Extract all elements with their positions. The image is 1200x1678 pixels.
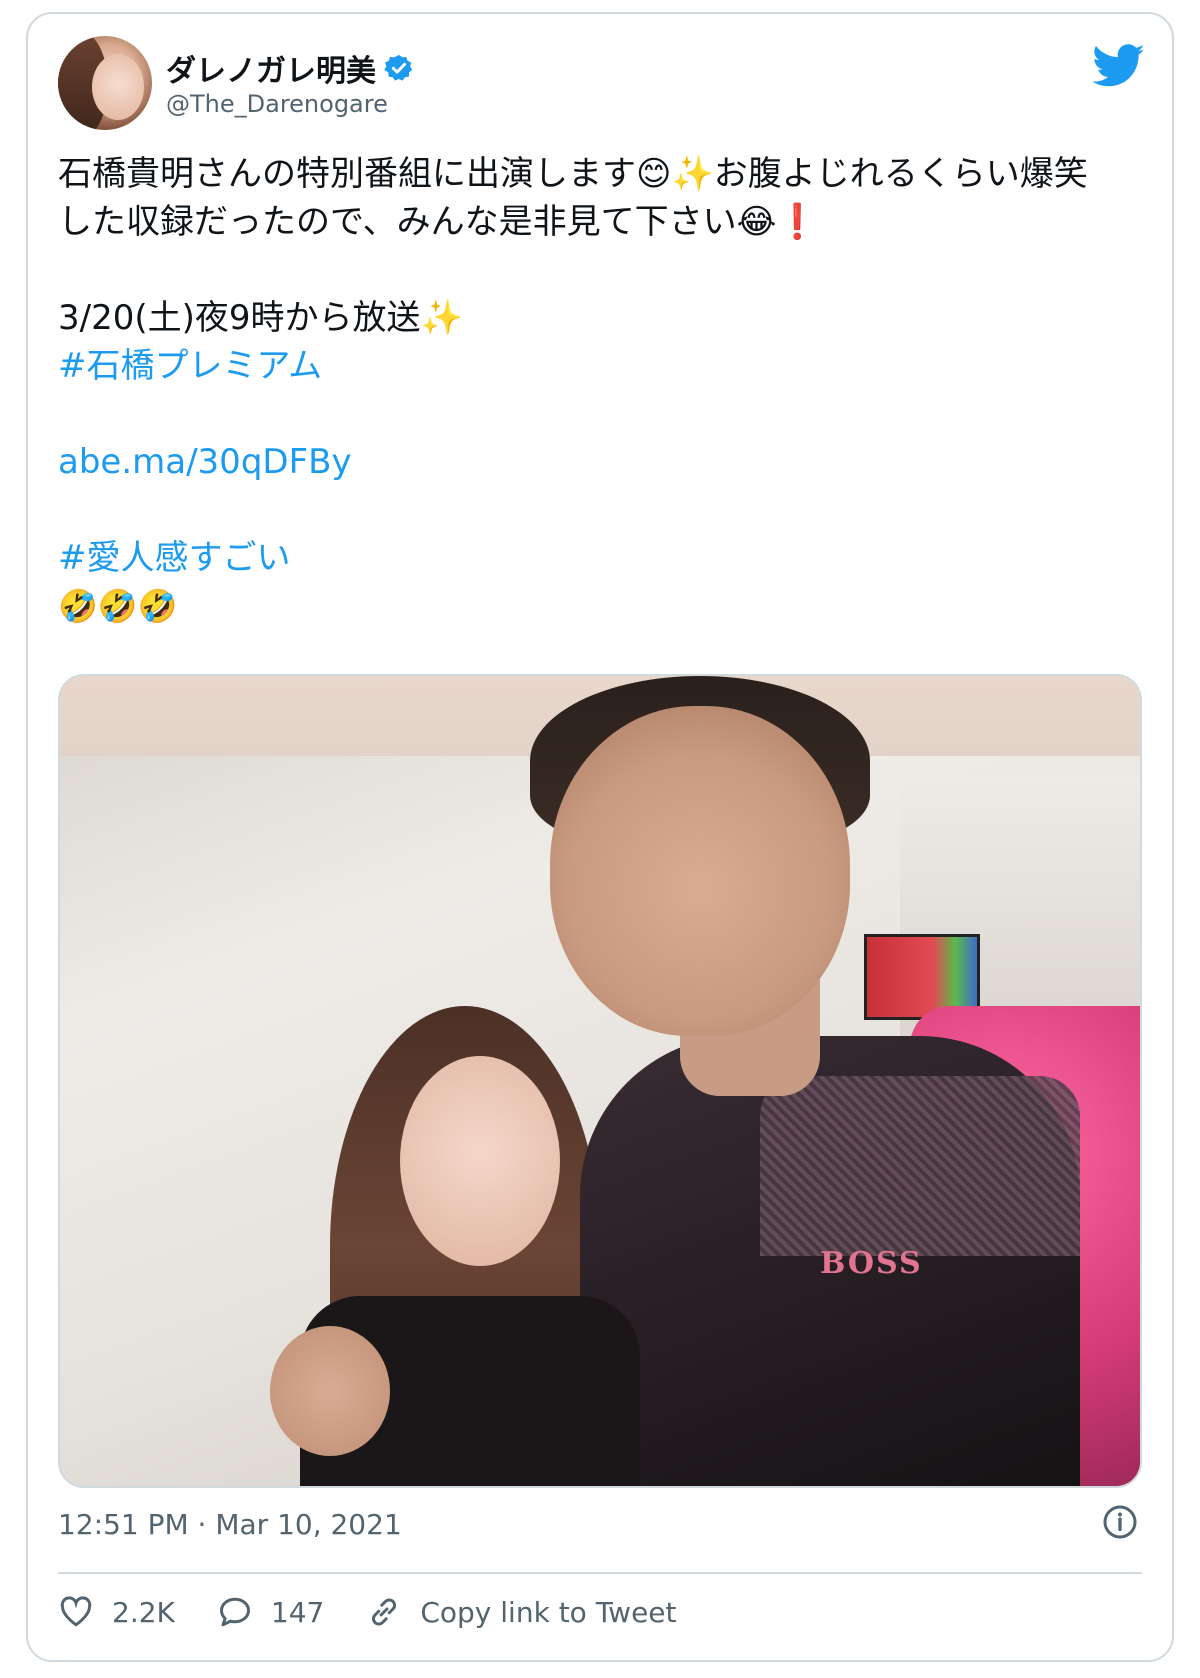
- hashtag-aijinkan[interactable]: #愛人感すごい: [58, 534, 1148, 582]
- emoji-line: 🤣🤣🤣: [58, 587, 178, 625]
- handle[interactable]: @The_Darenogare: [166, 90, 388, 118]
- twitter-bird-icon[interactable]: [1092, 44, 1146, 88]
- reply-icon: [219, 1597, 250, 1627]
- man-face: [550, 706, 850, 1036]
- author-name-row[interactable]: ダレノガレ明美: [166, 46, 414, 90]
- tweet-line-2: した収録だったので、みんな是非見て下さい😂❗: [58, 202, 819, 242]
- woman-face: [400, 1056, 560, 1266]
- display-name[interactable]: ダレノガレ明美: [166, 46, 376, 90]
- divider: [58, 1572, 1142, 1574]
- hashtag-ishibashi-premium[interactable]: #石橋プレミアム: [58, 342, 1148, 390]
- reply-count: 147: [270, 1595, 325, 1629]
- copy-link-label: Copy link to Tweet: [420, 1595, 677, 1629]
- like-button[interactable]: 2.2K: [58, 1594, 175, 1630]
- verified-badge-icon: [384, 54, 413, 81]
- copy-link-button[interactable]: Copy link to Tweet: [366, 1594, 677, 1630]
- abema-link[interactable]: abe.ma/30qDFBy: [58, 438, 1148, 486]
- action-bar: 2.2K 147 Copy link to Tweet: [58, 1594, 719, 1630]
- info-icon[interactable]: [1102, 1504, 1138, 1540]
- avatar[interactable]: [58, 36, 152, 130]
- heart-icon: [60, 1596, 92, 1627]
- timestamp[interactable]: 12:51 PM · Mar 10, 2021: [58, 1508, 402, 1541]
- reply-button[interactable]: 147: [217, 1594, 324, 1630]
- link-icon: [372, 1598, 397, 1626]
- tweet-card: ダレノガレ明美 @The_Darenogare 石橋貴明さんの特別番組に出演しま…: [26, 12, 1174, 1662]
- boss-logo: BOSS: [820, 1246, 923, 1281]
- tweet-text: 石橋貴明さんの特別番組に出演します😊✨お腹よじれるくらい爆笑 した収録だったので…: [58, 150, 1148, 630]
- tweet-line-1: 石橋貴明さんの特別番組に出演します😊✨お腹よじれるくらい爆笑: [58, 154, 1088, 194]
- tweet-photo[interactable]: BOSS: [58, 674, 1142, 1488]
- broadcast-line: 3/20(土)夜9時から放送✨: [58, 298, 463, 338]
- like-count: 2.2K: [112, 1595, 175, 1629]
